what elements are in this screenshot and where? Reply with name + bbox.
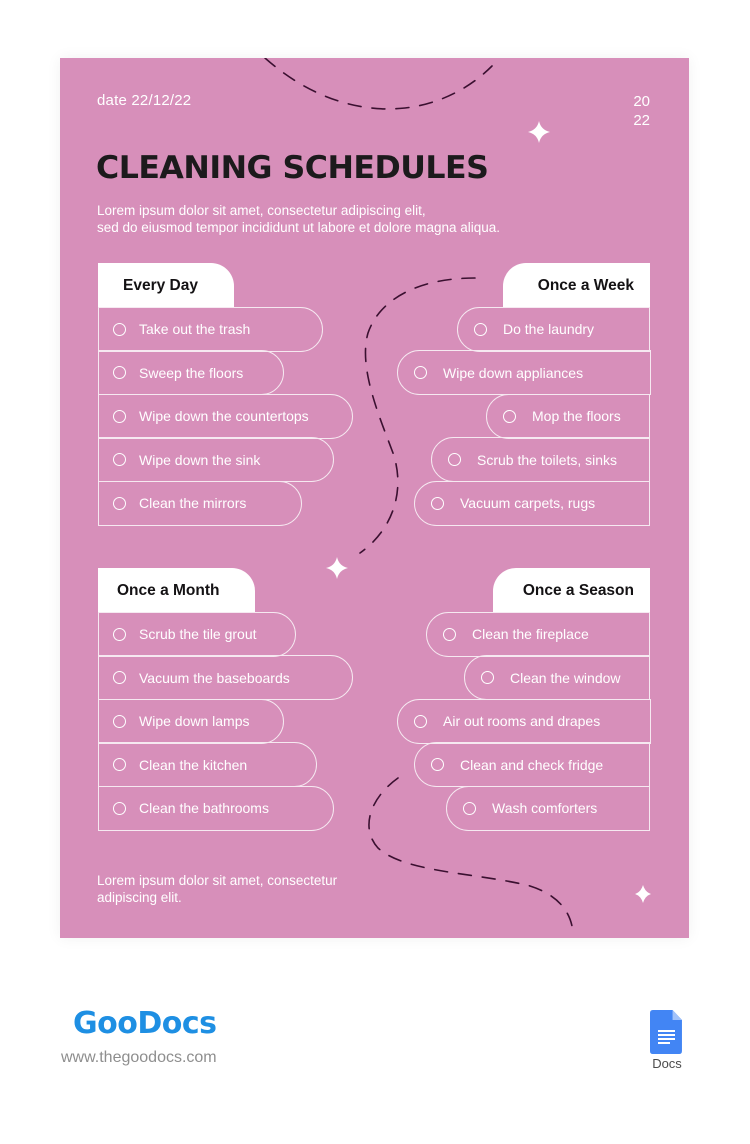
task-label: Wash comforters — [492, 800, 598, 816]
radio-circle-icon[interactable] — [113, 627, 126, 641]
task-label: Air out rooms and drapes — [443, 713, 601, 729]
radio-circle-icon[interactable] — [113, 671, 126, 684]
task-item[interactable]: Do the laundry — [457, 306, 650, 352]
google-docs-badge[interactable]: Docs — [649, 1010, 685, 1071]
schedule-heading: Once a Month — [98, 568, 255, 613]
task-label: Clean and check fridge — [460, 756, 604, 773]
task-label: Take out the trash — [139, 321, 251, 337]
sparkle-icon — [528, 121, 550, 143]
radio-circle-icon[interactable] — [503, 409, 516, 423]
intro-line: Lorem ipsum dolor sit amet, consectetur … — [97, 203, 426, 218]
task-item[interactable]: Wipe down the countertops — [98, 393, 353, 439]
task-item[interactable]: Vacuum carpets, rugs — [414, 480, 650, 526]
outro-line: adipiscing elit. — [97, 890, 182, 905]
dashed-arc-top — [264, 58, 493, 110]
task-item[interactable]: Scrub the toilets, sinks — [431, 437, 650, 482]
task-label: Wipe down appliances — [443, 364, 584, 381]
task-label: Clean the kitchen — [139, 756, 248, 773]
task-label: Wipe down the countertops — [139, 408, 309, 424]
radio-circle-icon[interactable] — [113, 322, 126, 336]
radio-circle-icon[interactable] — [431, 496, 444, 510]
task-item[interactable]: Clean the kitchen — [98, 742, 317, 787]
outro-text: Lorem ipsum dolor sit amet, consectetur … — [97, 872, 417, 906]
website-link[interactable]: www.thegoodocs.com — [61, 1049, 217, 1067]
task-item[interactable]: Wipe down the sink — [98, 437, 334, 482]
year-bottom: 22 — [633, 112, 650, 129]
schedule-heading: Once a Season — [493, 568, 650, 613]
schedule-every-day: Every Day Take out the trash Sweep the f… — [98, 263, 353, 526]
schedule-once-a-month: Once a Month Scrub the tile grout Vacuum… — [98, 568, 353, 831]
task-label: Sweep the floors — [139, 364, 244, 381]
task-item[interactable]: Mop the floors — [486, 393, 650, 439]
task-label: Clean the window — [510, 669, 621, 686]
schedule-once-a-week: Once a Week Do the laundry Wipe down app… — [397, 263, 651, 526]
page-title: CLEANING SCHEDULES — [96, 150, 489, 186]
radio-circle-icon[interactable] — [113, 453, 126, 466]
radio-circle-icon[interactable] — [431, 758, 444, 771]
radio-circle-icon[interactable] — [481, 671, 494, 684]
radio-circle-icon[interactable] — [113, 758, 126, 771]
outro-line: Lorem ipsum dolor sit amet, consectetur — [97, 873, 338, 888]
intro-line: sed do eiusmod tempor incididunt ut labo… — [97, 220, 501, 235]
task-item[interactable]: Clean and check fridge — [414, 742, 650, 787]
task-label: Vacuum the baseboards — [139, 669, 290, 686]
radio-circle-icon[interactable] — [474, 322, 487, 336]
schedule-once-a-season: Once a Season Clean the fireplace Clean … — [397, 568, 651, 831]
task-label: Scrub the tile grout — [139, 626, 257, 642]
task-item[interactable]: Vacuum the baseboards — [98, 655, 353, 700]
radio-circle-icon[interactable] — [414, 714, 427, 728]
task-label: Mop the floors — [532, 408, 621, 424]
sparkle-icon — [635, 885, 651, 903]
radio-circle-icon[interactable] — [414, 366, 427, 379]
intro-text: Lorem ipsum dolor sit amet, consectetur … — [97, 202, 617, 236]
year-top: 20 — [633, 93, 650, 110]
radio-circle-icon[interactable] — [448, 453, 461, 466]
task-item[interactable]: Wash comforters — [446, 785, 650, 831]
task-item[interactable]: Wipe down appliances — [397, 350, 651, 395]
task-item[interactable]: Clean the bathrooms — [98, 785, 334, 831]
cleaning-schedule-page: date 22/12/22 20 22 CLEANING SCHEDULES L… — [60, 58, 689, 938]
task-item[interactable]: Clean the window — [464, 655, 650, 700]
task-item[interactable]: Clean the mirrors — [98, 480, 302, 526]
task-item[interactable]: Sweep the floors — [98, 350, 284, 395]
radio-circle-icon[interactable] — [113, 801, 126, 815]
radio-circle-icon[interactable] — [113, 714, 126, 728]
radio-circle-icon[interactable] — [463, 801, 476, 815]
task-label: Scrub the toilets, sinks — [477, 451, 618, 468]
document-year: 20 22 — [633, 92, 650, 130]
google-docs-icon — [650, 1010, 682, 1054]
docs-label: Docs — [652, 1056, 682, 1071]
task-label: Wipe down lamps — [139, 713, 250, 729]
radio-circle-icon[interactable] — [113, 496, 126, 510]
task-label: Clean the bathrooms — [139, 800, 269, 816]
task-item[interactable]: Clean the fireplace — [426, 611, 650, 657]
schedule-heading: Every Day — [98, 263, 234, 308]
task-item[interactable]: Wipe down lamps — [98, 698, 284, 744]
task-item[interactable]: Scrub the tile grout — [98, 611, 296, 657]
task-label: Clean the fireplace — [472, 626, 589, 642]
document-date: date 22/12/22 — [97, 92, 192, 109]
task-label: Do the laundry — [503, 321, 595, 337]
task-item[interactable]: Take out the trash — [98, 306, 323, 352]
radio-circle-icon[interactable] — [443, 627, 456, 641]
task-label: Wipe down the sink — [139, 451, 261, 468]
radio-circle-icon[interactable] — [113, 409, 126, 423]
task-item[interactable]: Air out rooms and drapes — [397, 698, 651, 744]
schedule-heading: Once a Week — [503, 263, 650, 308]
task-label: Clean the mirrors — [139, 495, 247, 511]
goodocs-logo[interactable]: GooDocs — [73, 1006, 217, 1041]
radio-circle-icon[interactable] — [113, 366, 126, 379]
task-label: Vacuum carpets, rugs — [460, 495, 596, 511]
